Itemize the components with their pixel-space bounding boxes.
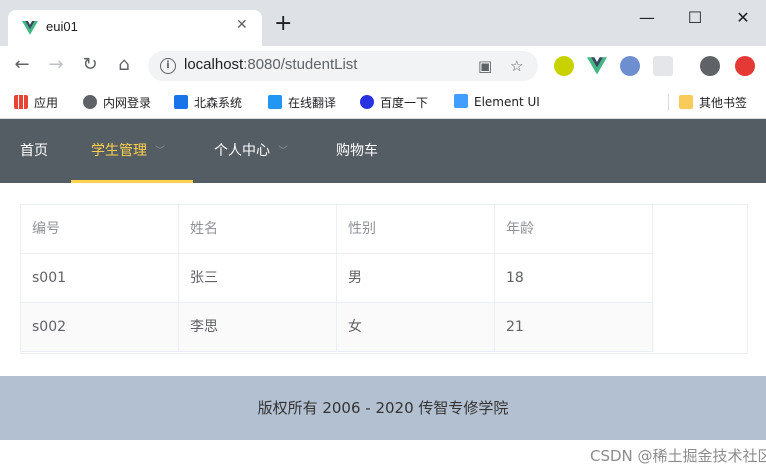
bookmark-star-icon[interactable]: ☆ xyxy=(510,57,523,75)
site-info-icon[interactable]: i xyxy=(160,58,176,74)
baidu-paw-icon xyxy=(360,95,374,109)
nav-item-home[interactable]: 首页 xyxy=(20,119,48,183)
vue-logo-icon xyxy=(22,21,38,35)
home-icon[interactable]: ⌂ xyxy=(112,54,136,75)
bookmark-beisen[interactable]: 北森系统 xyxy=(174,94,242,111)
translate-bookmark-icon xyxy=(268,95,282,109)
header-gender[interactable]: 性别 xyxy=(337,205,495,254)
translate-icon[interactable]: ▣ xyxy=(478,57,492,75)
info-bookmark-icon xyxy=(174,95,188,109)
bookmark-intranet[interactable]: 内网登录 xyxy=(83,94,151,111)
nav-item-personal-center[interactable]: 个人中心 ﹀ xyxy=(214,119,288,183)
maximize-icon[interactable]: ☐ xyxy=(680,8,710,27)
profile-avatar-icon[interactable] xyxy=(700,56,720,76)
table-header-row: 编号 姓名 性别 年龄 xyxy=(21,205,654,254)
cell-age: 21 xyxy=(495,303,653,352)
cell-gender: 男 xyxy=(337,254,495,303)
extension-icon-3[interactable] xyxy=(653,56,673,76)
cell-id: s002 xyxy=(21,303,179,352)
table-row[interactable]: s002 李思 女 21 xyxy=(21,303,654,352)
nav-item-label: 学生管理 xyxy=(91,143,147,159)
nav-menu: 首页 学生管理 ﹀ 个人中心 ﹀ 购物车 xyxy=(0,119,766,183)
globe-icon xyxy=(83,95,97,109)
bookmark-apps[interactable]: 应用 xyxy=(14,94,58,111)
bookmarks-bar: 应用 内网登录 北森系统 在线翻译 百度一下 Element UI 其他书签 xyxy=(0,86,766,119)
nav-item-cart[interactable]: 购物车 xyxy=(336,119,378,183)
table-row[interactable]: s001 张三 男 18 xyxy=(21,254,654,303)
extension-icon[interactable] xyxy=(554,56,574,76)
apps-grid-icon xyxy=(14,95,28,109)
header-id[interactable]: 编号 xyxy=(21,205,179,254)
main-content: 编号 姓名 性别 年龄 s001 张三 男 18 s002 李思 女 21 xyxy=(0,183,766,376)
reload-icon[interactable]: ↻ xyxy=(78,54,102,75)
watermark: CSDN @稀土掘金技术社区 xyxy=(590,447,766,465)
cell-age: 18 xyxy=(495,254,653,303)
chevron-down-icon: ﹀ xyxy=(278,146,288,157)
bookmark-other[interactable]: 其他书签 xyxy=(668,94,747,111)
browser-chrome: eui01 ✕ + — ☐ ✕ ← → ↻ ⌂ i localhost:8080… xyxy=(0,0,766,119)
cell-gender: 女 xyxy=(337,303,495,352)
back-icon[interactable]: ← xyxy=(10,54,34,75)
browser-toolbar: ← → ↻ ⌂ i localhost:8080/studentList ▣ ☆ xyxy=(0,46,766,86)
cell-name: 李思 xyxy=(179,303,337,352)
url-text: localhost:8080/studentList xyxy=(184,56,358,73)
address-bar[interactable]: i localhost:8080/studentList ▣ ☆ xyxy=(148,51,538,81)
tab-strip: eui01 ✕ + — ☐ ✕ xyxy=(0,0,766,46)
bookmark-element-ui[interactable]: Element UI xyxy=(454,94,540,109)
element-ui-icon xyxy=(454,94,468,108)
vue-devtools-icon[interactable] xyxy=(587,56,607,76)
tab-title: eui01 xyxy=(46,19,78,34)
forward-icon[interactable]: → xyxy=(44,54,68,75)
new-tab-button[interactable]: + xyxy=(274,13,292,35)
bookmark-translate[interactable]: 在线翻译 xyxy=(268,94,336,111)
page-footer: 版权所有 2006 - 2020 传智专修学院 xyxy=(0,376,766,440)
nav-item-student-management[interactable]: 学生管理 ﹀ xyxy=(71,119,193,183)
header-age[interactable]: 年龄 xyxy=(495,205,653,254)
extension-icon-2[interactable] xyxy=(620,56,640,76)
update-icon[interactable] xyxy=(735,56,755,76)
cell-name: 张三 xyxy=(179,254,337,303)
copyright-text: 版权所有 2006 - 2020 传智专修学院 xyxy=(257,399,509,417)
nav-item-label: 个人中心 xyxy=(214,143,270,159)
nav-item-label: 首页 xyxy=(20,143,48,159)
close-tab-icon[interactable]: ✕ xyxy=(236,17,248,33)
browser-tab[interactable]: eui01 ✕ xyxy=(8,10,262,46)
minimize-icon[interactable]: — xyxy=(632,8,662,27)
chevron-down-icon: ﹀ xyxy=(155,146,165,157)
nav-item-label: 购物车 xyxy=(336,143,378,159)
cell-id: s001 xyxy=(21,254,179,303)
window-close-icon[interactable]: ✕ xyxy=(728,8,758,27)
header-name[interactable]: 姓名 xyxy=(179,205,337,254)
folder-icon xyxy=(679,95,693,109)
bookmark-baidu[interactable]: 百度一下 xyxy=(360,94,428,111)
student-table: 编号 姓名 性别 年龄 s001 张三 男 18 s002 李思 女 21 xyxy=(20,204,748,354)
